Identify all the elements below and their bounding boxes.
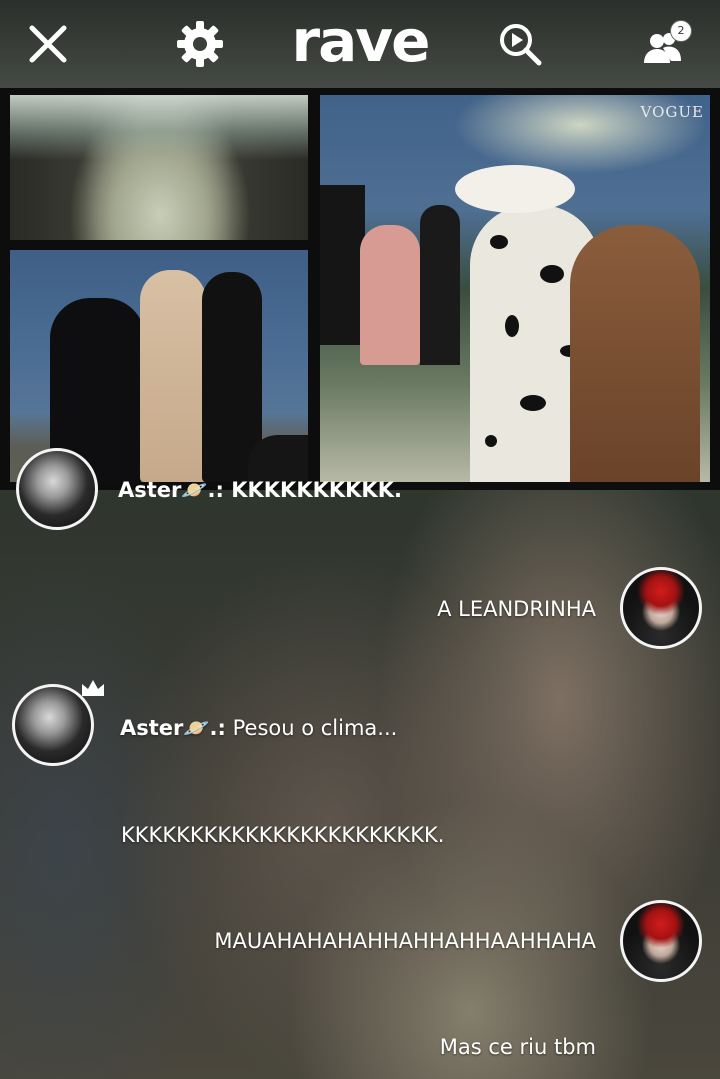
chat-message: A LEANDRINHA <box>437 597 596 621</box>
video-player[interactable]: VOGUE <box>0 88 720 490</box>
chat-message: Aster🪐.: Pesou o clima... <box>120 716 397 741</box>
video-panel-staircase <box>10 95 308 240</box>
close-button[interactable] <box>22 18 74 70</box>
gear-icon <box>177 21 223 67</box>
rave-logo: rave <box>291 7 431 75</box>
message-sender: Aster🪐.: <box>120 716 226 740</box>
chat-message: Mas ce riu tbm <box>439 1035 596 1059</box>
close-icon <box>29 25 67 63</box>
search-play-icon <box>500 24 542 66</box>
participants-button[interactable]: 2 <box>638 18 692 70</box>
avatar-user[interactable] <box>620 567 702 649</box>
message-text: Pesou o clima... <box>232 716 398 740</box>
chat-message-partial: Aster🪐.: KKKKKKKKKK. <box>118 478 402 502</box>
avatar-aster[interactable] <box>16 448 98 530</box>
search-video-button[interactable] <box>494 18 546 70</box>
avatar-user[interactable] <box>620 900 702 982</box>
chat-message: KKKKKKKKKKKKKKKKKKKKKKK. <box>121 823 445 847</box>
top-bar: rave 2 <box>0 0 720 88</box>
vogue-watermark: VOGUE <box>640 103 704 121</box>
chat-message: MAUAHAHAHAHHAHHAHHAAHHAHA <box>214 929 596 953</box>
crown-icon <box>82 680 104 696</box>
video-panel-redcarpet: VOGUE <box>320 95 710 482</box>
avatar-aster[interactable] <box>12 684 94 766</box>
chat-area[interactable]: Aster🪐.: KKKKKKKKKK. A LEANDRINHA Aster🪐… <box>0 448 720 1079</box>
participants-count-badge: 2 <box>670 20 692 42</box>
settings-button[interactable] <box>174 18 226 70</box>
